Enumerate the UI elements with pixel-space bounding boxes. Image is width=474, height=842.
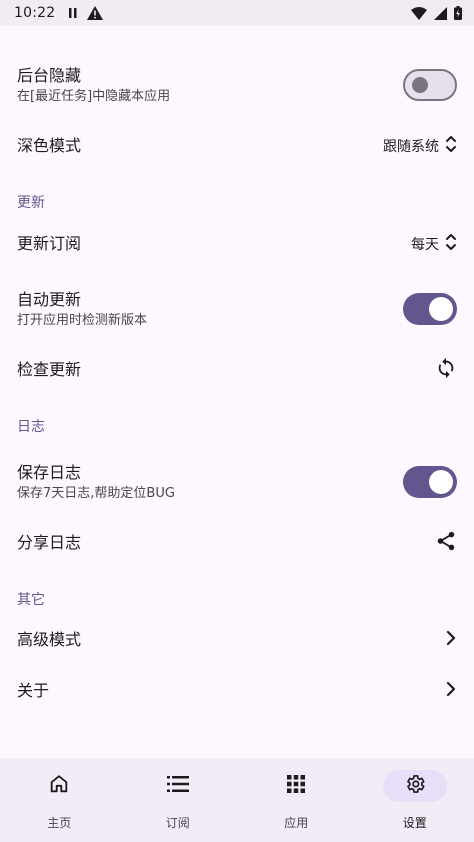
hide-background-setting[interactable]: 后台隐藏 在[最近任务]中隐藏本应用 (0, 56, 474, 114)
nav-pill (264, 770, 328, 802)
check-update-title: 检查更新 (17, 360, 82, 379)
bottom-navigation: 主页 订阅 应用 设置 (0, 758, 474, 842)
hide-background-switch[interactable] (403, 69, 457, 101)
auto-update-title: 自动更新 (17, 289, 82, 309)
status-time: 10:22 (14, 5, 56, 21)
nav-item-apps[interactable]: 应用 (237, 758, 356, 842)
nav-label-settings: 设置 (402, 816, 427, 830)
save-log-setting[interactable]: 保存日志 保存7天日志,帮助定位BUG (0, 453, 474, 511)
nav-item-subscription[interactable]: 订阅 (119, 758, 238, 842)
dark-mode-value[interactable]: 跟随系统 (383, 136, 439, 156)
unfold-icon[interactable] (445, 134, 457, 158)
update-subscription-value[interactable]: 每天 (411, 234, 439, 254)
status-bar: 10:22 (0, 0, 474, 26)
save-log-title: 保存日志 (17, 462, 82, 482)
advanced-mode-title: 高级模式 (17, 630, 82, 649)
warning-icon (87, 6, 104, 20)
nav-pill (382, 770, 447, 802)
chevron-right-icon[interactable] (445, 681, 457, 701)
dark-mode-title: 深色模式 (17, 136, 82, 155)
share-log-title: 分享日志 (17, 533, 82, 552)
about-title: 关于 (17, 681, 50, 700)
about-setting[interactable]: 关于 (0, 667, 474, 715)
nav-label-home: 主页 (47, 816, 72, 830)
dark-mode-setting[interactable]: 深色模式 跟随系统 (0, 122, 474, 170)
switch-knob (429, 297, 453, 321)
switch-knob (412, 77, 428, 93)
nav-item-home[interactable]: 主页 (0, 758, 119, 842)
share-log-setting[interactable]: 分享日志 (0, 519, 474, 567)
nav-pill (146, 770, 210, 802)
section-header-update: 更新 (17, 195, 45, 211)
share-icon[interactable] (435, 530, 457, 556)
advanced-mode-setting[interactable]: 高级模式 (0, 616, 474, 664)
save-log-subtitle: 保存7天日志,帮助定位BUG (17, 485, 175, 501)
unfold-icon[interactable] (445, 232, 457, 256)
auto-update-setting[interactable]: 自动更新 打开应用时检测新版本 (0, 280, 474, 338)
hide-background-title: 后台隐藏 (17, 65, 82, 85)
switch-knob (429, 470, 453, 494)
gear-icon (404, 773, 426, 799)
section-header-other: 其它 (17, 592, 45, 608)
check-update-setting[interactable]: 检查更新 (0, 346, 474, 394)
pause-icon (69, 8, 77, 18)
chevron-right-icon[interactable] (445, 630, 457, 650)
settings-list: 后台隐藏 在[最近任务]中隐藏本应用 深色模式 跟随系统 更新 更新订阅 每天 (0, 26, 474, 758)
update-subscription-title: 更新订阅 (17, 234, 82, 253)
save-log-switch[interactable] (403, 466, 457, 498)
nav-label-subscription: 订阅 (165, 816, 190, 830)
auto-update-subtitle: 打开应用时检测新版本 (17, 312, 148, 328)
nav-item-settings[interactable]: 设置 (356, 758, 474, 842)
auto-update-switch[interactable] (403, 293, 457, 325)
section-header-log: 日志 (17, 419, 45, 435)
signal-icon (434, 6, 447, 20)
apps-grid-icon (286, 774, 306, 798)
list-icon (166, 774, 189, 798)
update-subscription-setting[interactable]: 更新订阅 每天 (0, 220, 474, 268)
sync-icon[interactable] (435, 357, 457, 383)
nav-label-apps: 应用 (284, 816, 309, 830)
nav-pill (27, 770, 91, 802)
hide-background-subtitle: 在[最近任务]中隐藏本应用 (17, 88, 171, 104)
battery-icon (454, 6, 462, 20)
wifi-icon (411, 6, 427, 20)
home-icon (48, 773, 70, 799)
